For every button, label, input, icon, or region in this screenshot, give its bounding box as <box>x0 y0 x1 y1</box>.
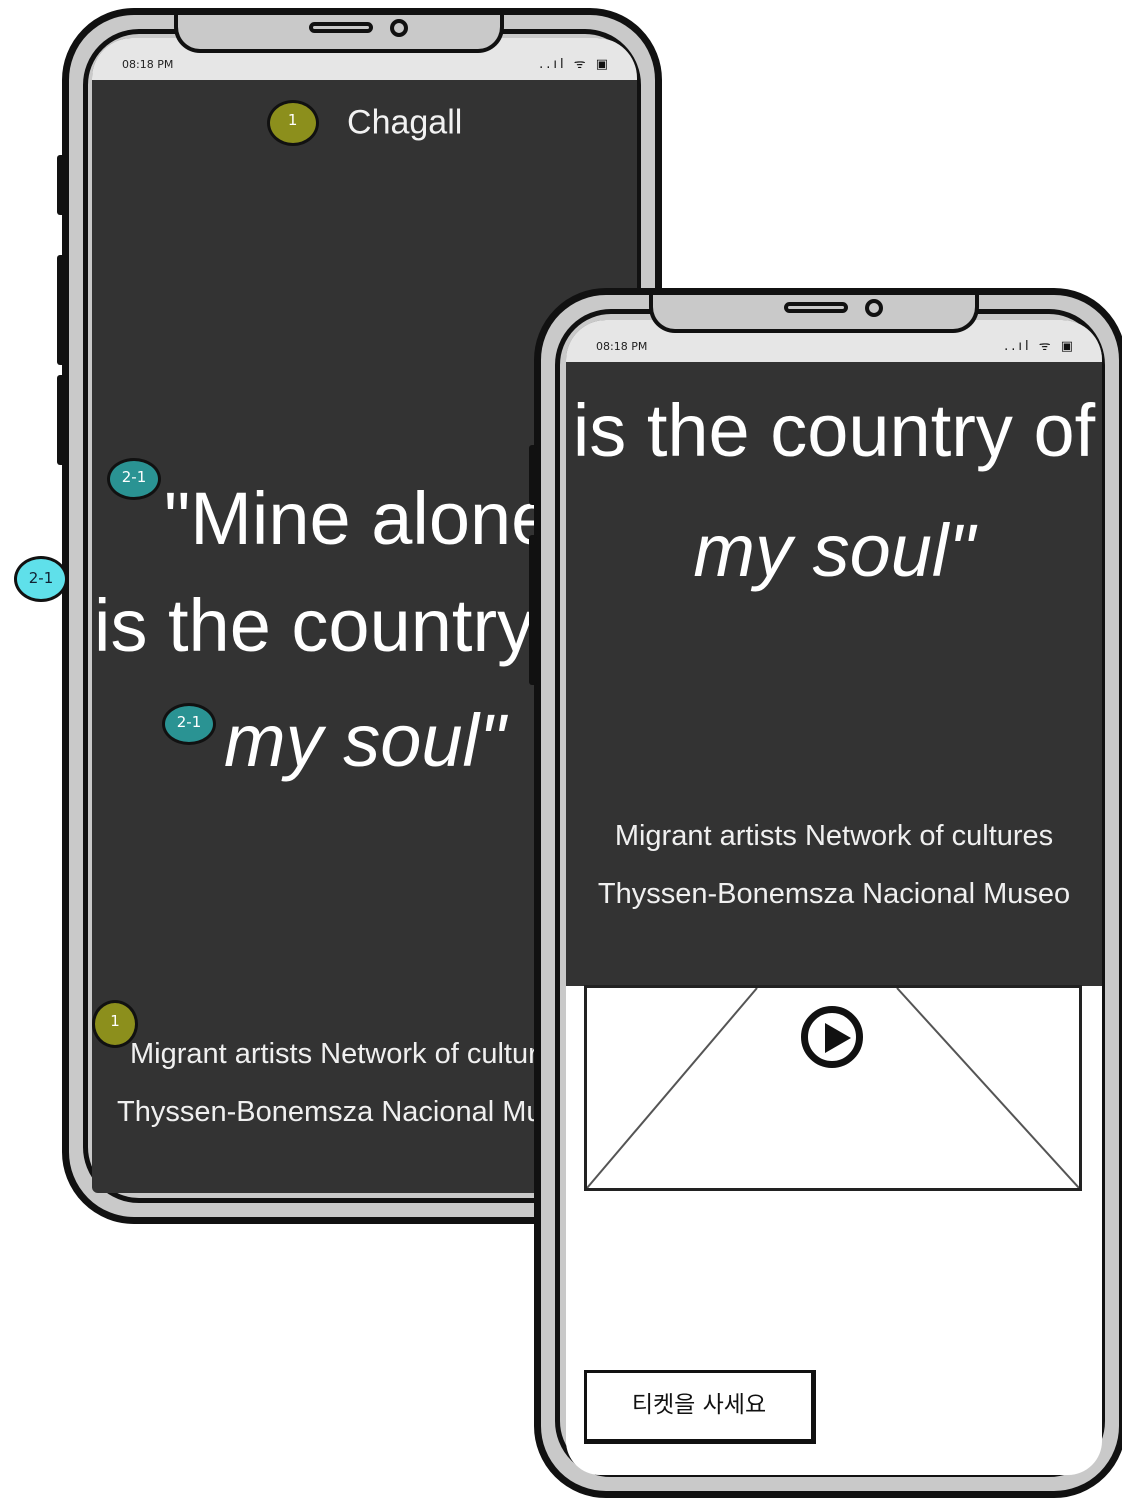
buy-ticket-button[interactable]: 티켓을 사세요 <box>584 1370 816 1444</box>
video-placeholder[interactable] <box>584 985 1082 1191</box>
page-title-row: 1 Chagall <box>92 100 637 146</box>
footer-line-2: Thyssen-Bonemsza Nacional Museo <box>117 1096 590 1128</box>
side-button <box>57 375 65 465</box>
speaker-icon <box>784 302 848 313</box>
footer-line-1: Migrant artists Network of cultures <box>614 820 1054 852</box>
status-time: 08:18 PM <box>596 340 648 353</box>
annotation-marker: 2-1 <box>162 703 216 745</box>
signal-wifi-battery-icon: ..ıl ᯤ ▣ <box>1004 339 1076 354</box>
quote-line-2: my soul" <box>693 509 975 592</box>
wireframe-canvas: 08:18 PM ..ıl ᯤ ▣ 1 Chagall 2-1 "Mine al… <box>0 0 1122 1502</box>
quote-line-1: is the country of <box>572 389 1096 472</box>
screen-right: is the country of my soul" Migrant artis… <box>566 320 1102 1475</box>
annotation-marker: 2-1 <box>107 458 161 500</box>
speaker-icon <box>309 22 373 33</box>
annotation-marker: 2-1 <box>14 556 68 602</box>
notch <box>174 15 504 53</box>
camera-icon <box>865 299 883 317</box>
status-time: 08:18 PM <box>122 58 174 71</box>
phone-mockup-right: is the country of my soul" Migrant artis… <box>529 288 1122 1498</box>
footer-line-1: Migrant artists Network of cultures <box>130 1038 569 1070</box>
side-button <box>57 255 65 365</box>
page-title[interactable]: Chagall <box>347 104 462 142</box>
footer-line-2: Thyssen-Bonemsza Nacional Museo <box>597 878 1071 910</box>
annotation-marker: 1 <box>266 100 319 146</box>
notch <box>649 295 979 333</box>
signal-wifi-battery-icon: ..ıl ᯤ ▣ <box>539 57 611 72</box>
play-icon[interactable] <box>801 1006 863 1068</box>
side-button <box>529 535 537 685</box>
quote-line-3: my soul" <box>224 699 506 782</box>
camera-icon <box>390 19 408 37</box>
quote-section: is the country of my soul" Migrant artis… <box>566 320 1102 986</box>
side-button <box>529 445 537 505</box>
side-button <box>57 155 65 215</box>
quote-line-1: "Mine alone <box>164 477 553 560</box>
